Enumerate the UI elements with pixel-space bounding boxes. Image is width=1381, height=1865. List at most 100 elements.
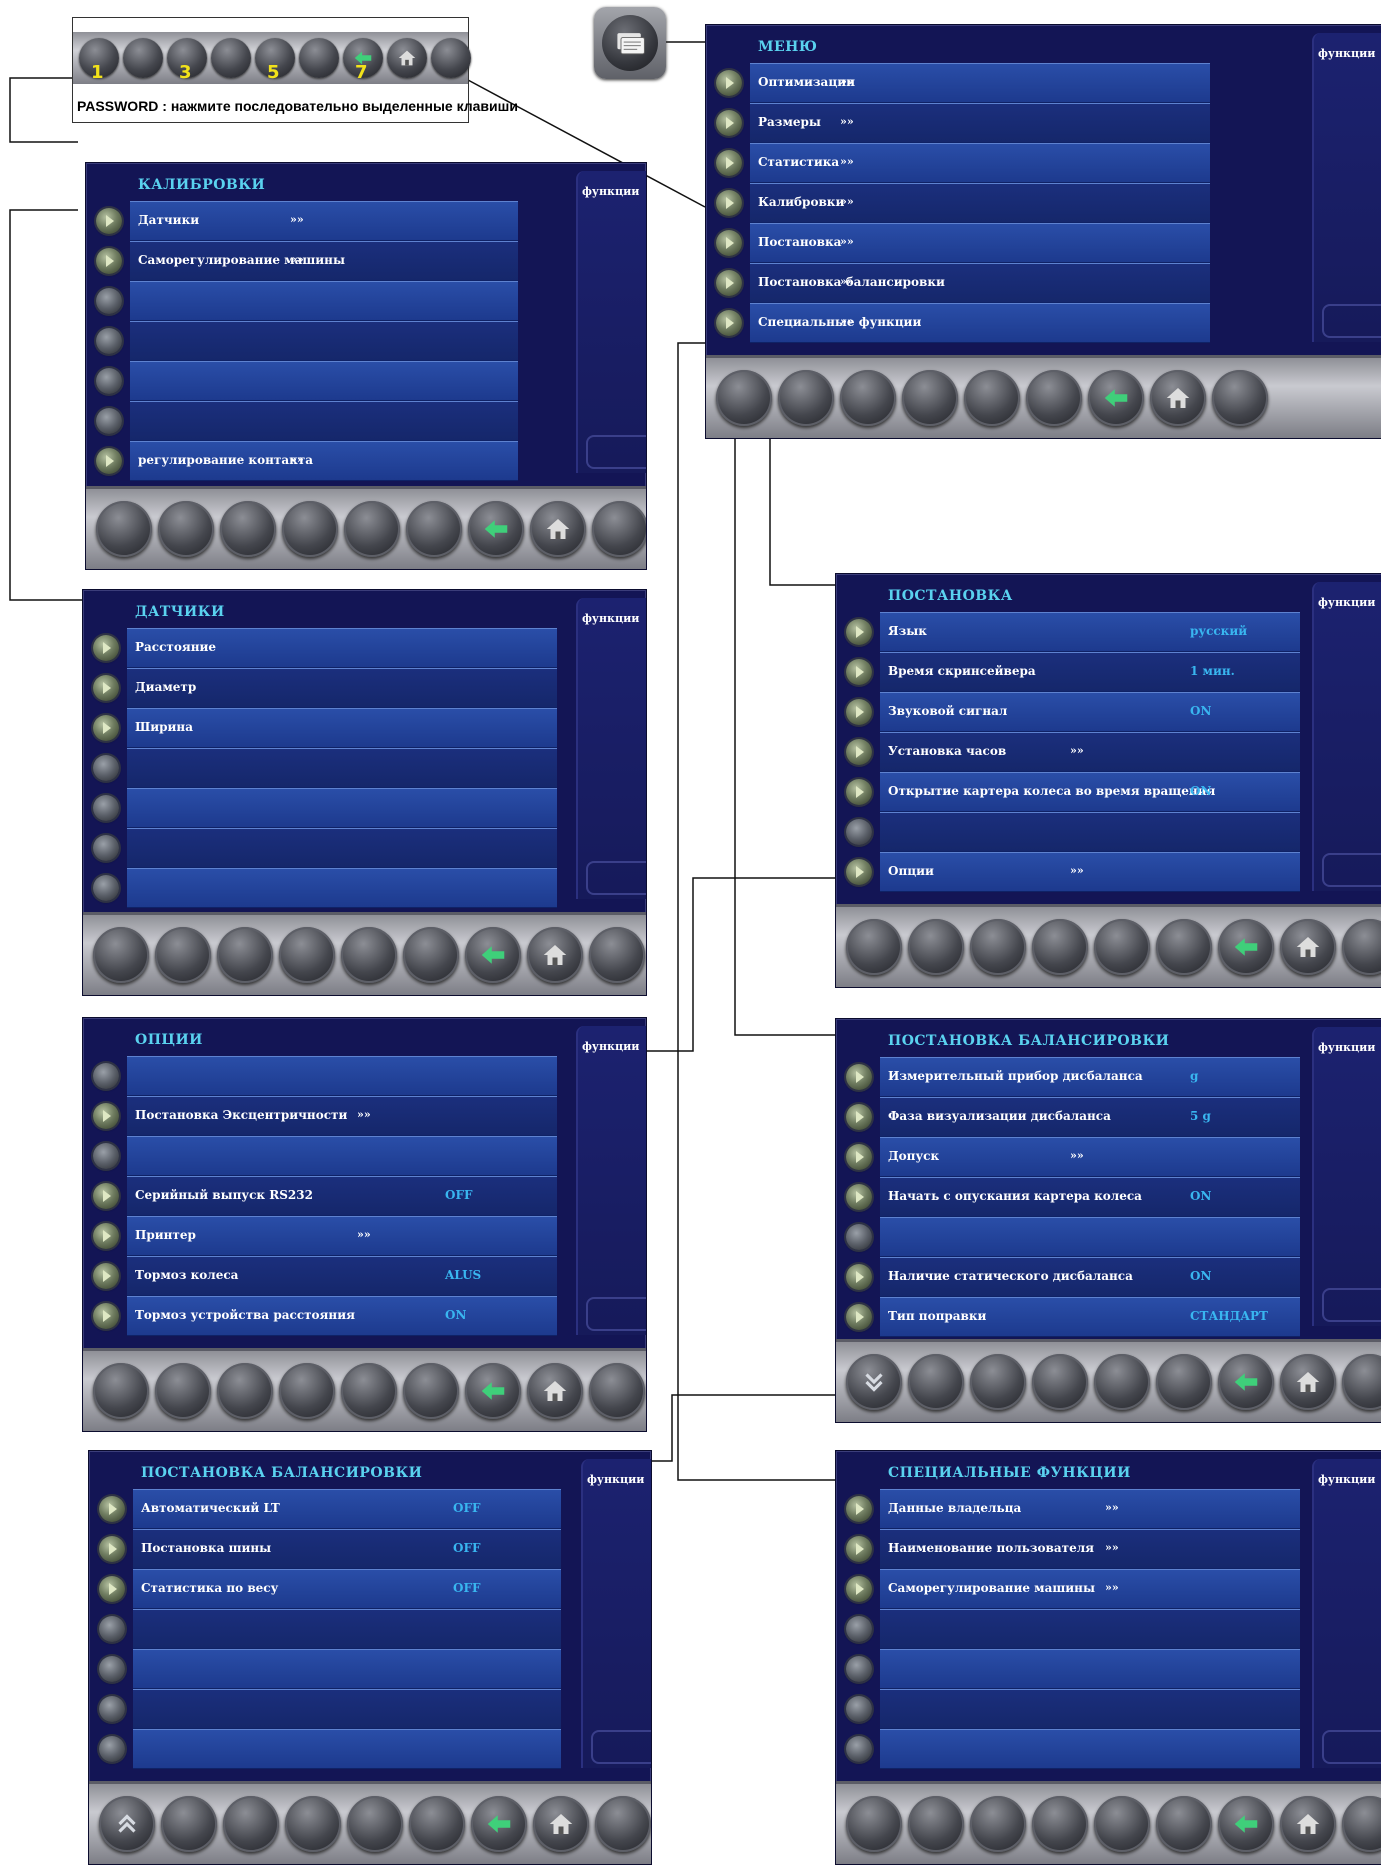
soft-key-2[interactable] [908, 919, 964, 975]
row-play-icon[interactable] [846, 659, 872, 685]
home-button[interactable] [1280, 919, 1336, 975]
menu-row[interactable]: Тип поправки СТАНДАРТ [846, 1297, 1300, 1337]
menu-row[interactable]: Наличие статического дисбаланса ON [846, 1257, 1300, 1297]
row-empty-icon[interactable] [96, 408, 122, 434]
menu-row[interactable]: Серийный выпуск RS232 OFF [93, 1176, 557, 1216]
soft-key-9[interactable] [589, 927, 645, 983]
row-empty-icon[interactable] [96, 288, 122, 314]
menu-row[interactable]: Тормоз устройства расстояния ON [93, 1296, 557, 1336]
functions-tab-button[interactable] [1322, 1730, 1381, 1764]
menu-row[interactable]: Статистика»» [716, 143, 1210, 183]
soft-key-6[interactable] [403, 927, 459, 983]
menu-row[interactable]: Оптимизации»» [716, 63, 1210, 103]
soft-key-4[interactable] [279, 1363, 335, 1419]
menu-button[interactable] [594, 7, 666, 79]
back-arrow-button[interactable] [471, 1796, 527, 1852]
row-play-icon[interactable] [716, 270, 742, 296]
row-play-icon[interactable] [846, 1184, 872, 1210]
soft-key-1[interactable] [846, 1796, 902, 1852]
soft-key-5[interactable] [1094, 919, 1150, 975]
functions-tab-button[interactable] [586, 435, 646, 469]
row-play-icon[interactable] [96, 248, 122, 274]
functions-tab-button[interactable] [1322, 1288, 1381, 1322]
back-arrow-button[interactable] [465, 1363, 521, 1419]
functions-tab-button[interactable] [1322, 853, 1381, 887]
menu-row[interactable]: Специальные функции»» [716, 303, 1210, 343]
row-empty-icon[interactable] [93, 835, 119, 861]
menu-row[interactable]: Датчики »» [96, 201, 518, 241]
soft-key-5[interactable] [341, 1363, 397, 1419]
back-arrow-button[interactable] [1218, 1796, 1274, 1852]
home-button[interactable] [1280, 1796, 1336, 1852]
soft-key-4[interactable] [1032, 919, 1088, 975]
soft-key-9[interactable] [592, 501, 646, 557]
menu-row[interactable]: Калибровки»» [716, 183, 1210, 223]
scroll-down-button[interactable] [846, 1354, 902, 1410]
scroll-up-button[interactable] [99, 1796, 155, 1852]
menu-row[interactable]: Ширина [93, 708, 557, 748]
row-play-icon[interactable] [99, 1496, 125, 1522]
soft-key-4[interactable] [279, 927, 335, 983]
menu-row[interactable]: Саморегулирование машины»» [846, 1569, 1300, 1609]
soft-key-2[interactable] [908, 1796, 964, 1852]
row-play-icon[interactable] [716, 70, 742, 96]
back-arrow-button[interactable] [1088, 370, 1144, 426]
soft-key-2[interactable] [155, 1363, 211, 1419]
row-empty-icon[interactable] [93, 1143, 119, 1169]
soft-key-4[interactable] [285, 1796, 341, 1852]
menu-row[interactable]: регулирование контакта»» [96, 441, 518, 481]
menu-row[interactable]: Саморегулирование машины»» [96, 241, 518, 281]
functions-tab-button[interactable] [591, 1730, 651, 1764]
row-play-icon[interactable] [846, 619, 872, 645]
row-empty-icon[interactable] [99, 1696, 125, 1722]
functions-tab-button[interactable] [1322, 304, 1381, 338]
soft-key-2[interactable] [161, 1796, 217, 1852]
soft-key-3[interactable] [220, 501, 276, 557]
row-empty-icon[interactable] [846, 1616, 872, 1642]
soft-key-5[interactable] [344, 501, 400, 557]
menu-row[interactable]: Постановка Эксцентричности »» [93, 1096, 557, 1136]
home-button[interactable] [530, 501, 586, 557]
menu-row[interactable]: Наименование пользователя »» [846, 1529, 1300, 1569]
row-empty-icon[interactable] [93, 795, 119, 821]
menu-row[interactable]: Открытие картера колеса во время вращени… [846, 772, 1300, 812]
row-play-icon[interactable] [846, 1496, 872, 1522]
soft-key-6[interactable] [403, 1363, 459, 1419]
row-play-icon[interactable] [93, 715, 119, 741]
soft-key-3[interactable] [840, 370, 896, 426]
soft-key-6[interactable] [1026, 370, 1082, 426]
soft-key-6[interactable] [1156, 1796, 1212, 1852]
menu-row[interactable]: Постановка шины OFF [99, 1529, 561, 1569]
home-button[interactable] [527, 1363, 583, 1419]
soft-key-9[interactable] [1342, 1354, 1381, 1410]
menu-row[interactable]: Расстояние [93, 628, 557, 668]
key-4[interactable] [211, 38, 251, 78]
row-play-icon[interactable] [716, 150, 742, 176]
soft-key-5[interactable] [347, 1796, 403, 1852]
soft-key-2[interactable] [155, 927, 211, 983]
row-play-icon[interactable] [846, 859, 872, 885]
row-play-icon[interactable] [93, 1183, 119, 1209]
soft-key-3[interactable] [970, 1796, 1026, 1852]
home-button[interactable] [387, 38, 427, 78]
row-play-icon[interactable] [846, 1576, 872, 1602]
soft-key-4[interactable] [282, 501, 338, 557]
row-empty-icon[interactable] [846, 1224, 872, 1250]
row-play-icon[interactable] [846, 1304, 872, 1330]
key-6[interactable] [299, 38, 339, 78]
soft-key-1[interactable] [93, 1363, 149, 1419]
soft-key-1[interactable] [96, 501, 152, 557]
soft-key-6[interactable] [409, 1796, 465, 1852]
row-play-icon[interactable] [93, 1263, 119, 1289]
functions-tab-button[interactable] [586, 861, 646, 895]
soft-key-9[interactable] [595, 1796, 651, 1852]
row-empty-icon[interactable] [96, 328, 122, 354]
soft-key-2[interactable] [778, 370, 834, 426]
row-empty-icon[interactable] [846, 1656, 872, 1682]
soft-key-3[interactable] [217, 927, 273, 983]
menu-row[interactable]: Постановка балансировки»» [716, 263, 1210, 303]
row-play-icon[interactable] [846, 699, 872, 725]
row-play-icon[interactable] [93, 635, 119, 661]
row-empty-icon[interactable] [93, 1063, 119, 1089]
row-empty-icon[interactable] [99, 1736, 125, 1762]
